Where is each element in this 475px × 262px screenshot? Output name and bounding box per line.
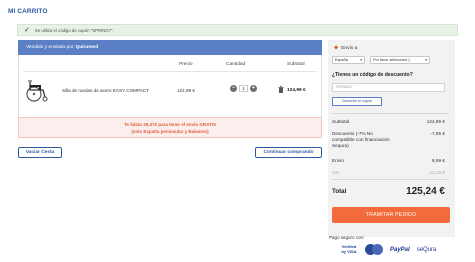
check-icon: ✓ bbox=[24, 26, 30, 34]
cart-panel: Vendido y enviado por Quirumed Precio Ca… bbox=[18, 40, 322, 118]
page-title: MI CARRITO bbox=[8, 8, 48, 15]
column-subtotal: Subtotal bbox=[287, 62, 305, 67]
discount-label: Descuento (-7% No compatible con financi… bbox=[332, 131, 390, 148]
chevron-down-icon: ▾ bbox=[360, 58, 362, 62]
region-value: Por favor seleccione ( bbox=[373, 58, 410, 62]
coupon-alert-message: Se utiliza el código de cupón "SPRING7". bbox=[34, 27, 114, 33]
column-quantity: Cantidad bbox=[226, 62, 246, 67]
checkout-button[interactable]: TRAMITAR PEDIDO bbox=[332, 207, 450, 223]
total-value: 125,24 € bbox=[406, 186, 445, 197]
free-shipping-line1: Te faltan 26,37€ para tener el envío GRA… bbox=[123, 122, 217, 127]
free-shipping-line2: (solo España peninsular y Baleares) bbox=[131, 129, 209, 134]
seller-name: Quirumed bbox=[75, 45, 99, 50]
continue-shopping-button[interactable]: Continuar comprando bbox=[255, 147, 322, 158]
shipping-label: Envío bbox=[332, 158, 344, 163]
product-price: 124,99 € bbox=[177, 88, 195, 93]
product-subtotal: 124,99 € bbox=[287, 88, 306, 93]
shipping-value: 8,99 € bbox=[431, 158, 445, 163]
quantity-input[interactable]: 1 bbox=[239, 85, 248, 92]
discount-heading: ¿Tienes un código de descuento? bbox=[332, 72, 413, 78]
verified-by-visa-logo: Verified by VISA bbox=[341, 244, 357, 254]
ship-to-text: Envío a bbox=[341, 45, 358, 51]
cart-table: Precio Cantidad Subtotal Silla de ruedas… bbox=[18, 55, 322, 118]
plus-icon[interactable]: + bbox=[250, 85, 257, 92]
cancel-coupon-button[interactable]: Cancelar el cupón bbox=[332, 97, 382, 106]
quantity-stepper: − 1 + bbox=[230, 85, 257, 92]
coupon-input[interactable]: SPRING7 bbox=[332, 83, 445, 92]
ship-to-label: ⬥ Envío a bbox=[334, 45, 357, 51]
secure-payment-label: Pago seguro con: bbox=[329, 235, 365, 240]
seller-prefix: Vendido y enviado por bbox=[26, 45, 74, 50]
region-select[interactable]: Por favor seleccione ( ▾ bbox=[370, 56, 430, 64]
payment-logos: Verified by VISA PayPal seQura bbox=[340, 244, 436, 255]
sequra-logo: seQura bbox=[416, 246, 437, 253]
empty-cart-button[interactable]: Vaciar Cesta bbox=[18, 147, 62, 158]
coupon-alert: ✓ Se utiliza el código de cupón "SPRING7… bbox=[17, 24, 458, 36]
cart-header: Vendido y enviado por Quirumed bbox=[18, 40, 322, 55]
subtotal-label: Subtotal bbox=[332, 119, 350, 124]
country-select[interactable]: España ▾ bbox=[332, 56, 365, 64]
country-value: España bbox=[335, 58, 348, 62]
wheelchair-image[interactable] bbox=[24, 77, 50, 103]
divider bbox=[332, 113, 449, 114]
divider bbox=[23, 71, 317, 72]
column-price: Precio bbox=[179, 62, 193, 67]
total-label: Total bbox=[332, 188, 347, 195]
order-summary: ⬥ Envío a España ▾ Por favor seleccione … bbox=[328, 40, 455, 237]
minus-icon[interactable]: − bbox=[230, 85, 237, 92]
trash-icon[interactable] bbox=[278, 86, 284, 93]
product-name[interactable]: Silla de ruedas de acero EASY COMPACT bbox=[62, 88, 149, 93]
iva-label: IVA bbox=[332, 170, 340, 175]
discount-value: -7,95 € bbox=[430, 131, 445, 136]
chevron-down-icon: ▾ bbox=[425, 58, 427, 62]
divider bbox=[332, 179, 449, 180]
mastercard-icon bbox=[365, 244, 383, 255]
iva-value: 12,15 € bbox=[429, 170, 445, 175]
free-shipping-notice: Te faltan 26,37€ para tener el envío GRA… bbox=[18, 117, 322, 138]
location-pin-icon: ⬥ bbox=[334, 45, 339, 51]
paypal-logo: PayPal bbox=[390, 246, 410, 253]
subtotal-value: 124,99 € bbox=[426, 119, 445, 124]
